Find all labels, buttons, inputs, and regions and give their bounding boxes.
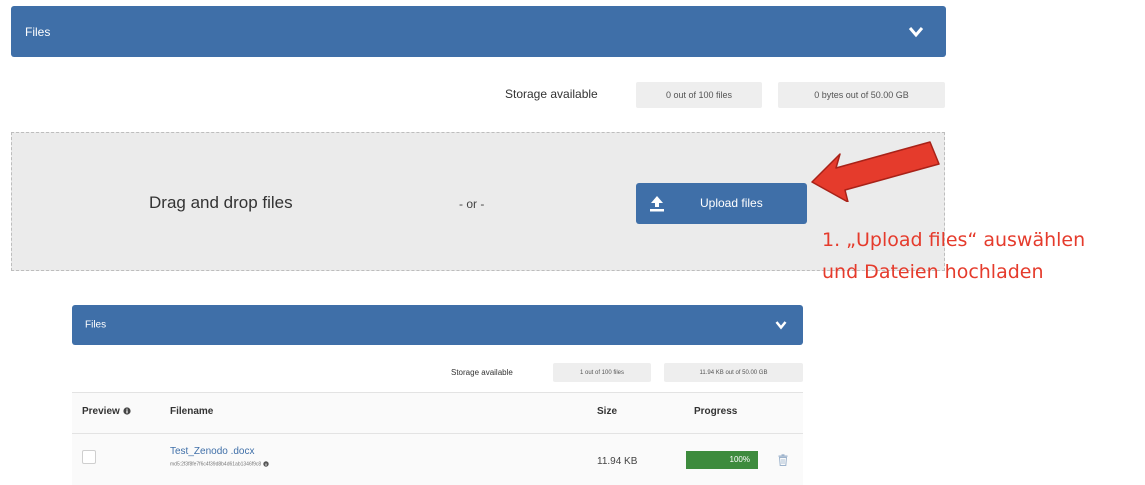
- storage-used-badge: 0 bytes out of 50.00 GB: [778, 82, 945, 108]
- files-table: Preview Filename Size Progress Test_Zeno…: [72, 392, 803, 485]
- files-panel-header-example[interactable]: Files: [72, 305, 803, 345]
- drag-drop-text: Drag and drop files: [149, 193, 293, 212]
- file-checksum: md5:2f3f8fe7f6c4f39d8b4d61ab1346f9c8: [170, 461, 269, 467]
- column-header-preview: Preview: [82, 406, 131, 417]
- files-count-badge-example: 1 out of 100 files: [553, 363, 651, 382]
- annotation-line-1: 1. „Upload files“ auswählen: [822, 229, 1086, 251]
- progress-percent: 100%: [729, 455, 750, 464]
- chevron-down-icon[interactable]: [775, 321, 787, 330]
- column-header-filename: Filename: [170, 406, 214, 417]
- info-icon[interactable]: [262, 461, 269, 467]
- file-size: 11.94 KB: [597, 456, 638, 467]
- files-count-badge: 0 out of 100 files: [636, 82, 762, 108]
- upload-icon: [650, 196, 664, 212]
- storage-available-label-example: Storage available: [451, 368, 513, 377]
- or-separator: - or -: [459, 197, 485, 211]
- column-header-progress: Progress: [694, 406, 738, 417]
- drop-zone[interactable]: Drag and drop files - or - Upload files: [11, 132, 945, 271]
- column-header-size: Size: [597, 406, 618, 417]
- info-icon[interactable]: [122, 407, 131, 415]
- upload-progress-bar: 100%: [686, 451, 758, 469]
- annotation-text: 1. „Upload files“ auswählen und Dateien …: [822, 224, 1085, 288]
- upload-files-button[interactable]: Upload files: [636, 183, 807, 224]
- storage-available-label: Storage available: [505, 87, 598, 101]
- storage-used-badge-example: 11.94 KB out of 50.00 GB: [664, 363, 803, 382]
- row-divider: [72, 433, 803, 434]
- annotation-line-2: und Dateien hochladen: [822, 261, 1044, 283]
- files-panel-header[interactable]: Files: [11, 6, 946, 57]
- files-panel-title-example: Files: [85, 319, 107, 331]
- file-name-link[interactable]: Test_Zenodo .docx: [170, 446, 255, 457]
- files-panel-title: Files: [25, 24, 51, 39]
- preview-checkbox[interactable]: [82, 450, 96, 464]
- chevron-down-icon[interactable]: [908, 26, 924, 38]
- upload-files-label: Upload files: [700, 196, 763, 210]
- trash-icon[interactable]: [778, 454, 788, 466]
- arrow-annotation: [811, 141, 940, 202]
